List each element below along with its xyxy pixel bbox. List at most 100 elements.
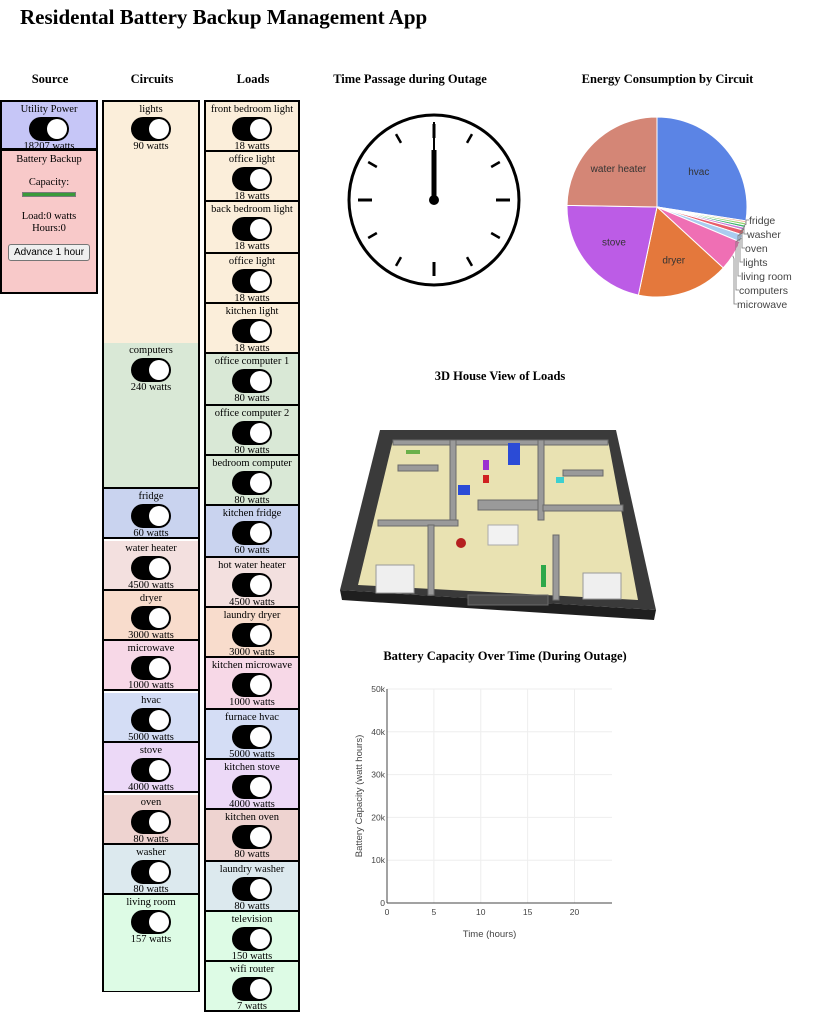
toggle-knob xyxy=(250,979,270,999)
x-axis-label: Time (hours) xyxy=(463,929,517,940)
outage-clock xyxy=(347,113,521,287)
circuit-name: washer xyxy=(136,847,166,858)
battery-hours: Hours:0 xyxy=(32,223,66,234)
circuit-toggle[interactable] xyxy=(131,358,171,382)
circuit-watts: 157 watts xyxy=(130,934,172,945)
circuit-lights: lights 90 watts xyxy=(104,102,198,345)
app-title: Residental Battery Backup Management App xyxy=(20,5,428,29)
pie-label: fridge xyxy=(749,215,775,227)
load-kitchen-microwave: kitchen microwave 1000 watts xyxy=(204,656,300,710)
wall xyxy=(392,439,609,446)
toggle-knob xyxy=(149,912,169,932)
circuit-dryer: dryer 3000 watts xyxy=(104,591,198,641)
wall xyxy=(467,594,549,606)
load-name: laundry washer xyxy=(219,864,285,875)
toggle-knob xyxy=(250,321,270,341)
pie-slice-water-heater[interactable] xyxy=(566,116,658,208)
circuit-name: dryer xyxy=(139,593,163,604)
circuit-computers: computers 240 watts xyxy=(104,343,198,489)
toggle-knob xyxy=(149,760,169,780)
load-toggle[interactable] xyxy=(232,319,272,343)
circuit-water-heater: water heater 4500 watts xyxy=(104,541,198,591)
wall xyxy=(397,464,439,472)
circuit-name: oven xyxy=(140,797,162,808)
wall xyxy=(542,504,624,512)
circuit-toggle[interactable] xyxy=(131,504,171,528)
circuit-toggle[interactable] xyxy=(131,708,171,732)
load-toggle[interactable] xyxy=(232,775,272,799)
load-back-bedroom-light: back bedroom light 18 watts xyxy=(204,200,300,254)
circuit-name: lights xyxy=(139,104,163,115)
load-toggle[interactable] xyxy=(232,117,272,141)
load-toggle[interactable] xyxy=(232,877,272,901)
advance-hour-button[interactable]: Advance 1 hour xyxy=(7,244,91,261)
circuit-toggle[interactable] xyxy=(131,656,171,680)
load-toggle[interactable] xyxy=(232,927,272,951)
toggle-knob xyxy=(149,558,169,578)
toggle-knob xyxy=(149,506,169,526)
load-name: furnace hvac xyxy=(225,712,279,723)
circuit-toggle[interactable] xyxy=(131,117,171,141)
utility-power-label: Utility Power xyxy=(20,104,78,115)
clock-center xyxy=(429,195,439,205)
blue-appliance xyxy=(508,443,520,465)
load-toggle[interactable] xyxy=(232,471,272,495)
y-tick-label: 0 xyxy=(380,898,385,908)
red-object xyxy=(456,538,466,548)
circuit-name: hvac xyxy=(141,695,161,706)
circuit-name: stove xyxy=(139,745,163,756)
energy-pie-chart: hvac dryer stove water heater fridge washer ov… xyxy=(566,116,792,311)
circuit-toggle[interactable] xyxy=(131,860,171,884)
wall xyxy=(477,499,539,511)
load-name: office light xyxy=(228,154,276,165)
pie-label: oven xyxy=(745,243,768,255)
x-tick-label: 15 xyxy=(523,907,533,917)
circuit-oven: oven 80 watts xyxy=(104,795,198,845)
pie-label: water heater xyxy=(590,164,647,175)
toggle-knob xyxy=(250,219,270,239)
load-name: office computer 1 xyxy=(214,356,290,367)
circuits-header: Circuits xyxy=(130,72,174,86)
wall xyxy=(449,439,457,521)
load-toggle[interactable] xyxy=(232,977,272,1001)
circuit-name: living room xyxy=(126,897,176,908)
circuit-toggle[interactable] xyxy=(131,556,171,580)
load-toggle[interactable] xyxy=(232,217,272,241)
toggle-knob xyxy=(149,360,169,380)
utility-power-toggle[interactable] xyxy=(29,117,69,141)
load-toggle[interactable] xyxy=(232,167,272,191)
toggle-knob xyxy=(250,575,270,595)
load-toggle[interactable] xyxy=(232,725,272,749)
wall xyxy=(377,519,459,527)
load-toggle[interactable] xyxy=(232,421,272,445)
circuit-toggle[interactable] xyxy=(131,910,171,934)
wall xyxy=(427,524,435,596)
green-light xyxy=(406,450,420,454)
load-name: office computer 2 xyxy=(214,408,290,419)
x-tick-label: 20 xyxy=(570,907,580,917)
load-toggle[interactable] xyxy=(232,673,272,697)
circuit-toggle[interactable] xyxy=(131,758,171,782)
load-toggle[interactable] xyxy=(232,623,272,647)
circuit-toggle[interactable] xyxy=(131,810,171,834)
y-tick-label: 10k xyxy=(371,855,385,865)
load-kitchen-fridge: kitchen fridge 60 watts xyxy=(204,504,300,558)
load-office-computer-1: office computer 1 80 watts xyxy=(204,352,300,406)
capacity-bar xyxy=(22,192,76,197)
circuit-toggle[interactable] xyxy=(131,606,171,630)
load-toggle[interactable] xyxy=(232,825,272,849)
house-title: 3D House View of Loads xyxy=(434,369,566,383)
load-toggle[interactable] xyxy=(232,521,272,545)
x-tick-label: 5 xyxy=(432,907,437,917)
wall xyxy=(552,534,560,601)
load-toggle[interactable] xyxy=(232,369,272,393)
load-toggle[interactable] xyxy=(232,573,272,597)
toggle-knob xyxy=(250,523,270,543)
toggle-knob xyxy=(250,625,270,645)
red-appliance xyxy=(483,475,489,483)
circuit-watts: 90 watts xyxy=(133,141,169,152)
house-3d-view[interactable] xyxy=(338,425,658,625)
x-tick-label: 10 xyxy=(476,907,486,917)
toggle-knob xyxy=(149,812,169,832)
load-toggle[interactable] xyxy=(232,269,272,293)
